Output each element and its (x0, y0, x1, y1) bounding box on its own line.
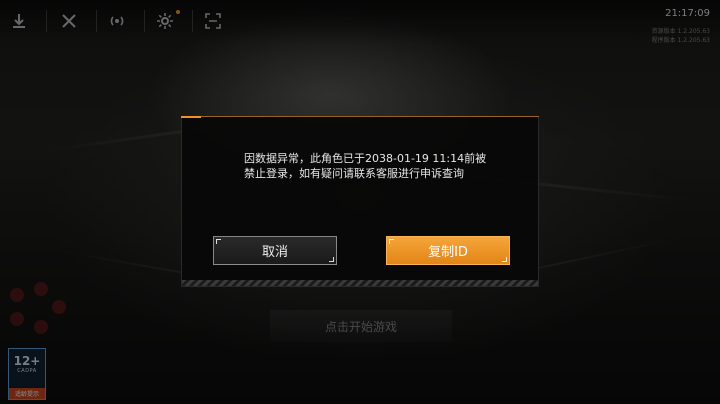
dialog-hazard-stripe (182, 280, 538, 286)
dialog-message: 因数据异常，此角色已于2038-01-19 11:14前被禁止登录，如有疑问请联… (244, 152, 487, 180)
cancel-button[interactable]: 取消 (213, 236, 337, 265)
button-corner (389, 239, 394, 244)
copy-id-button-label: 复制ID (428, 245, 468, 260)
cancel-button-label: 取消 (261, 245, 288, 260)
copy-id-button[interactable]: 复制ID (386, 236, 510, 265)
game-login-screen: 21:17:09 资源版本 1.2.205.63 程序版本 1.2.205.63… (0, 0, 720, 404)
button-corner (216, 239, 221, 244)
button-corner (502, 257, 507, 262)
dialog-accent (181, 116, 201, 118)
dialog-accent-line (201, 116, 539, 117)
ban-notice-dialog: 因数据异常，此角色已于2038-01-19 11:14前被禁止登录，如有疑问请联… (181, 116, 539, 287)
button-corner (329, 257, 334, 262)
